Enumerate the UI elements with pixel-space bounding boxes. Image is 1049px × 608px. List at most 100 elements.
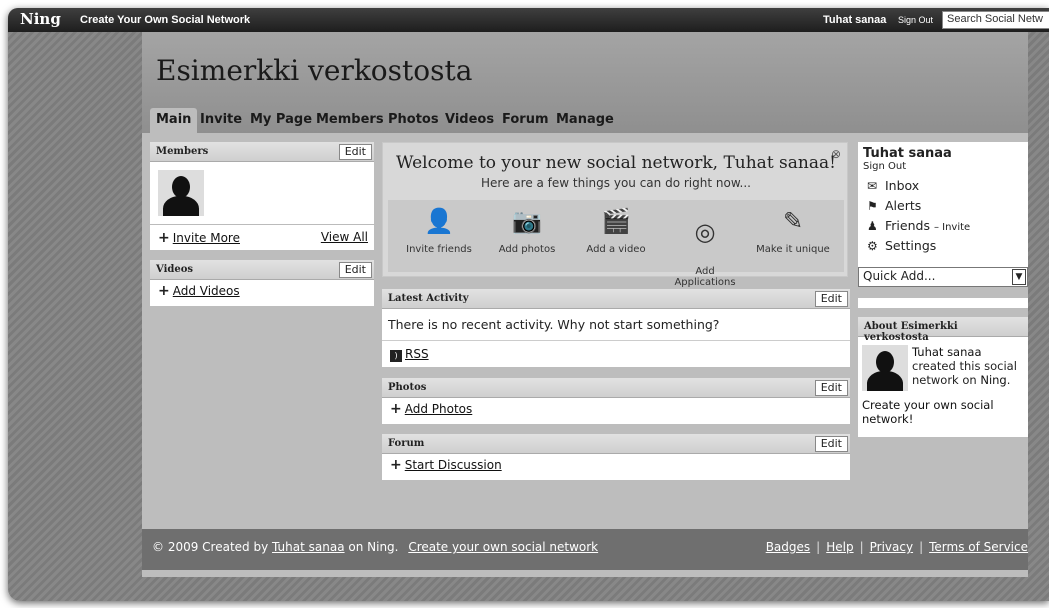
ning-topbar: Ning Create Your Own Social Network Tuha… — [8, 8, 1049, 32]
activity-message: There is no recent activity. Why not sta… — [382, 309, 850, 341]
plus-icon: + — [158, 230, 170, 246]
forum-header: Forum Edit — [382, 434, 850, 454]
invite-friends-action[interactable]: 👤 Invite friends — [394, 206, 484, 255]
photos-title: Photos — [388, 382, 427, 393]
gear-icon: ⚙ — [867, 239, 878, 253]
forum-module: Forum Edit + Start Discussion — [382, 434, 850, 480]
creator-link[interactable]: Tuhat sanaa — [912, 345, 982, 359]
start-discussion-link[interactable]: Start Discussion — [405, 458, 502, 472]
about-header: About Esimerkki verkostosta — [858, 317, 1028, 343]
separator: | — [919, 540, 924, 554]
invite-friends-icon: 👤 — [424, 207, 454, 235]
tab-forum[interactable]: Forum — [496, 108, 555, 133]
footer-create-own-link[interactable]: Create your own social network — [408, 540, 598, 554]
tab-manage[interactable]: Manage — [550, 108, 620, 133]
add-photos-row: + Add Photos — [382, 398, 850, 420]
create-own-network-link[interactable]: Create your own social network! — [862, 398, 994, 426]
add-applications-action[interactable]: ◎ Add Applications — [660, 206, 750, 288]
user-box-name[interactable]: Tuhat sanaa — [863, 146, 1023, 161]
tab-my-page[interactable]: My Page — [244, 108, 318, 133]
tab-videos[interactable]: Videos — [439, 108, 500, 133]
latest-activity-module: Latest Activity Edit There is no recent … — [382, 289, 850, 367]
plus-icon: + — [158, 283, 170, 299]
members-title: Members — [156, 146, 209, 157]
separator: | — [859, 540, 864, 554]
videos-title: Videos — [156, 264, 194, 275]
creator-avatar[interactable] — [862, 345, 908, 391]
welcome-title: Welcome to your new social network, Tuha… — [396, 153, 836, 173]
footer-links: Badges | Help | Privacy | Terms of Service — [766, 540, 1028, 554]
tab-main[interactable]: Main — [150, 108, 198, 133]
members-links: + Invite More View All — [150, 227, 374, 249]
alerts-item[interactable]: ⚑ Alerts — [863, 198, 1023, 218]
separator: | — [816, 540, 821, 554]
members-edit-button[interactable]: Edit — [338, 144, 372, 160]
settings-item[interactable]: ⚙ Settings — [863, 238, 1023, 258]
quick-add-select[interactable]: Quick Add... ▼ — [858, 267, 1028, 287]
videos-edit-button[interactable]: Edit — [338, 262, 372, 278]
photos-edit-button[interactable]: Edit — [814, 380, 848, 396]
person-icon: ♟ — [867, 219, 878, 233]
rss-link[interactable]: RSS — [405, 347, 429, 361]
badges-link[interactable]: Badges — [766, 540, 810, 554]
settings-label: Settings — [885, 238, 937, 253]
ning-link[interactable]: Ning — [980, 373, 1006, 387]
welcome-subtitle: Here are a few things you can do right n… — [481, 176, 751, 190]
quick-add-value: Quick Add... — [863, 269, 936, 283]
rss-icon: ) — [390, 350, 402, 362]
user-box-sign-out[interactable]: Sign Out — [863, 161, 1023, 172]
add-videos-row: + Add Videos — [150, 280, 374, 302]
members-header: Members Edit — [150, 142, 374, 162]
add-videos-link[interactable]: Add Videos — [173, 284, 240, 298]
latest-activity-header: Latest Activity Edit — [382, 289, 850, 309]
plus-icon: + — [390, 457, 402, 473]
site-header: Esimerkki verkostosta Main Invite My Pag… — [142, 32, 1028, 133]
about-title: About Esimerkki verkostosta — [864, 321, 958, 343]
start-discussion-row: + Start Discussion — [382, 454, 850, 476]
make-unique-action[interactable]: ✎ Make it unique — [748, 206, 838, 255]
member-avatar[interactable] — [158, 170, 204, 216]
forum-edit-button[interactable]: Edit — [814, 436, 848, 452]
quick-actions: 👤 Invite friends 📷 Add photos 🎬 Add a vi… — [388, 200, 844, 288]
plus-icon: + — [390, 401, 402, 417]
topbar-user-name[interactable]: Tuhat sanaa — [823, 14, 886, 26]
videos-header: Videos Edit — [150, 260, 374, 280]
tab-members[interactable]: Members — [310, 108, 390, 133]
applications-icon: ◎ — [694, 218, 716, 246]
about-module: About Esimerkki verkostosta Tuhat sanaa … — [858, 317, 1028, 437]
tab-photos[interactable]: Photos — [382, 108, 445, 133]
footer-left: © 2009 Created by Tuhat sanaa on Ning. C… — [152, 540, 598, 554]
privacy-link[interactable]: Privacy — [870, 540, 913, 554]
latest-activity-edit-button[interactable]: Edit — [814, 291, 848, 307]
ning-logo[interactable]: Ning — [20, 10, 61, 28]
clapperboard-icon: 🎬 — [601, 207, 631, 235]
action-label: Invite friends — [406, 244, 472, 255]
chevron-down-icon[interactable]: ▼ — [1012, 269, 1026, 285]
help-link[interactable]: Help — [826, 540, 853, 554]
topbar-sign-out-link[interactable]: Sign Out — [898, 15, 933, 25]
alerts-label: Alerts — [885, 198, 922, 213]
photos-module: Photos Edit + Add Photos — [382, 378, 850, 424]
terms-link[interactable]: Terms of Service — [929, 540, 1028, 554]
friends-item[interactable]: ♟ Friends – Invite — [863, 218, 1023, 238]
invite-more-link[interactable]: Invite More — [173, 231, 240, 245]
tab-invite[interactable]: Invite — [194, 108, 248, 133]
photos-header: Photos Edit — [382, 378, 850, 398]
add-photos-action[interactable]: 📷 Add photos — [482, 206, 572, 255]
view-all-link[interactable]: View All — [321, 230, 368, 244]
search-input[interactable]: Search Social Netw — [942, 11, 1049, 29]
create-network-link[interactable]: Create Your Own Social Network — [80, 14, 250, 26]
action-label: Make it unique — [756, 244, 830, 255]
empty-box — [858, 298, 1028, 308]
friends-invite-link[interactable]: – Invite — [934, 222, 970, 233]
add-photos-link[interactable]: Add Photos — [405, 402, 473, 416]
flag-icon: ⚑ — [867, 199, 878, 213]
welcome-box: ⊗ Welcome to your new social network, Tu… — [382, 142, 848, 288]
action-label: Add Applications — [674, 266, 736, 288]
footer-creator-link[interactable]: Tuhat sanaa — [272, 540, 345, 554]
add-video-action[interactable]: 🎬 Add a video — [571, 206, 661, 255]
magic-wand-icon: ✎ — [782, 207, 804, 235]
forum-title: Forum — [388, 438, 425, 449]
create-own-row: Create your own social network! — [862, 398, 1012, 426]
inbox-item[interactable]: ✉ Inbox — [863, 178, 1023, 198]
